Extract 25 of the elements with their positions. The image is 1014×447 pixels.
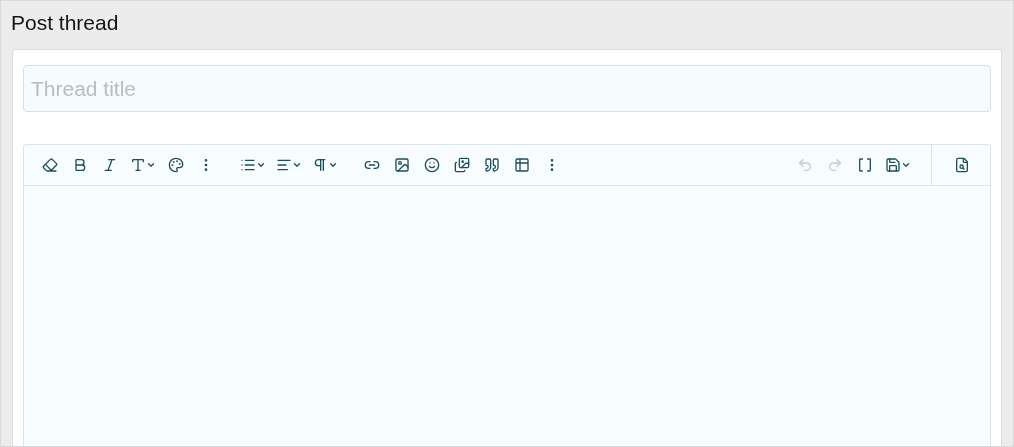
page-title: Post thread — [10, 10, 120, 36]
pilcrow-icon — [312, 157, 328, 173]
brackets-icon — [857, 157, 873, 173]
align-left-icon — [276, 157, 292, 173]
smiley-icon — [424, 157, 440, 173]
redo-icon — [827, 157, 843, 173]
caret-icon — [901, 160, 911, 170]
caret-icon — [328, 160, 338, 170]
text-size-icon — [130, 157, 146, 173]
italic-icon — [102, 157, 118, 173]
eraser-icon — [42, 157, 58, 173]
quote-icon — [484, 157, 500, 173]
preview-icon — [954, 157, 970, 173]
title-field[interactable]: Thread title — [23, 65, 991, 112]
palette-icon — [168, 157, 184, 173]
caret-icon — [292, 160, 302, 170]
bold-icon — [72, 157, 88, 173]
undo-icon — [797, 157, 813, 173]
image-icon — [394, 157, 410, 173]
list-icon — [240, 157, 256, 173]
caret-icon — [256, 160, 266, 170]
images-icon — [454, 157, 470, 173]
caret-icon — [146, 160, 156, 170]
table-icon — [514, 157, 530, 173]
save-icon — [885, 157, 901, 173]
